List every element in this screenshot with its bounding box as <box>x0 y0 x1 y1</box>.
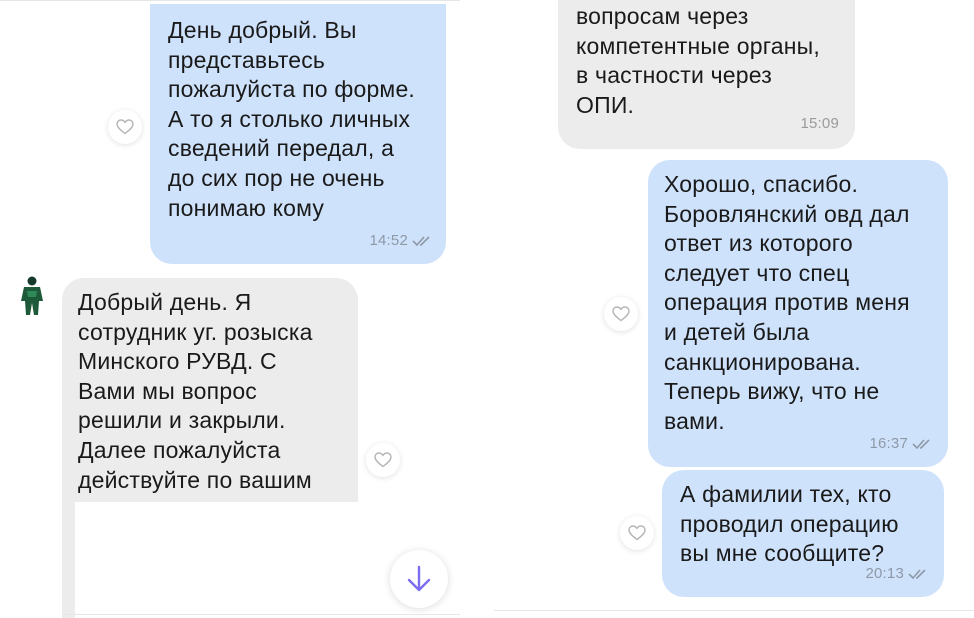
divider <box>0 0 460 1</box>
heart-outline-icon[interactable] <box>366 443 400 477</box>
message-time: 14:52 <box>369 232 408 250</box>
message-outgoing[interactable]: А фамилии тех, кто проводил операцию вы … <box>662 470 944 597</box>
message-meta: 20:13 <box>865 559 930 589</box>
message-meta: 16:37 <box>869 429 934 459</box>
double-check-icon <box>412 236 430 247</box>
message-incoming[interactable]: вопросам через компетентные органы, в ча… <box>558 0 855 149</box>
person-avatar-icon[interactable] <box>10 274 54 318</box>
scroll-down-button[interactable] <box>390 550 448 608</box>
message-meta: 15:09 <box>800 109 839 139</box>
arrow-down-icon <box>407 565 431 592</box>
message-text: Хорошо, спасибо. Боровлянский овд дал от… <box>664 171 910 434</box>
message-text: Добрый день. Я сотрудник уг. розыска Мин… <box>78 289 313 493</box>
message-time: 15:09 <box>800 115 839 133</box>
divider <box>62 614 460 615</box>
message-meta: 14:52 <box>369 226 434 256</box>
divider <box>494 610 974 611</box>
heart-outline-icon[interactable] <box>604 297 638 331</box>
message-area-blank <box>75 502 358 618</box>
message-text: вопросам через компетентные органы, в ча… <box>576 3 821 118</box>
message-time: 20:13 <box>865 565 904 583</box>
double-check-icon <box>908 569 926 580</box>
message-text: День добрый. Вы представьтесь пожалуйста… <box>168 17 416 221</box>
panel-gap <box>460 0 494 618</box>
message-text: А фамилии тех, кто проводил операцию вы … <box>680 481 899 567</box>
message-outgoing[interactable]: Хорошо, спасибо. Боровлянский овд дал от… <box>648 160 948 467</box>
message-outgoing[interactable]: День добрый. Вы представьтесь пожалуйста… <box>150 4 446 264</box>
message-time: 16:37 <box>869 435 908 453</box>
chat-panel-right: вопросам через компетентные органы, в ча… <box>494 0 974 618</box>
heart-outline-icon[interactable] <box>620 516 654 550</box>
chat-panel-left: День добрый. Вы представьтесь пожалуйста… <box>0 0 460 618</box>
double-check-icon <box>912 439 930 450</box>
heart-outline-icon[interactable] <box>108 110 142 144</box>
